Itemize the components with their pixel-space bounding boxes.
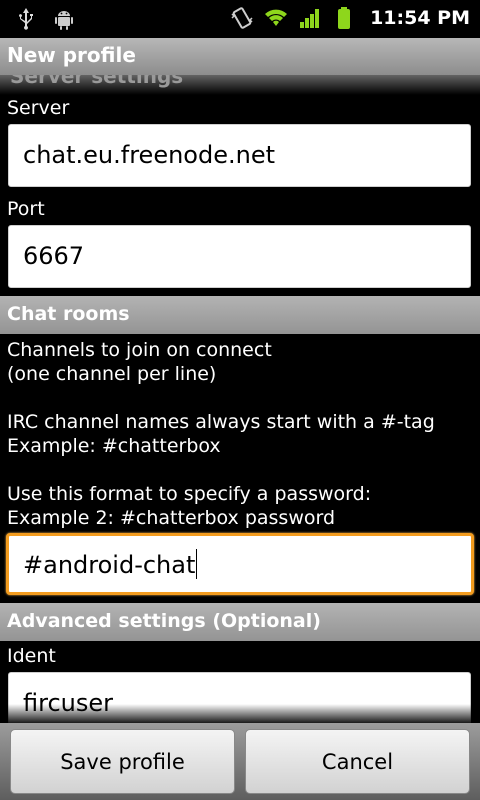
battery-icon xyxy=(338,7,351,29)
channels-input[interactable]: #android-chat xyxy=(6,533,474,595)
action-bar: Save profile Cancel xyxy=(0,723,480,800)
signal-icon xyxy=(300,9,320,28)
scroll-fade xyxy=(0,704,480,724)
vibrate-icon xyxy=(231,7,253,29)
port-label: Port xyxy=(7,198,45,220)
wifi-icon xyxy=(265,9,288,26)
server-settings-title: Server settings xyxy=(10,75,184,88)
help-line: Use this format to specify a password: xyxy=(7,483,372,505)
channels-help-text: Channels to join on connect (one channel… xyxy=(7,338,435,530)
advanced-settings-title: Advanced settings (Optional) xyxy=(7,610,321,632)
save-profile-button[interactable]: Save profile xyxy=(10,729,235,794)
chat-rooms-title: Chat rooms xyxy=(7,303,130,325)
text-cursor xyxy=(196,549,198,579)
port-value: 6667 xyxy=(23,242,85,270)
channels-value-wrap: #android-chat xyxy=(23,549,198,579)
android-debug-icon xyxy=(55,11,73,30)
status-bar: 11:54 PM xyxy=(0,0,480,38)
ident-label: Ident xyxy=(7,645,56,667)
channels-value: #android-chat xyxy=(23,551,196,579)
title-bar: New profile xyxy=(0,38,480,75)
help-line: Example 2: #chatterbox password xyxy=(7,507,336,529)
settings-scroll-area[interactable]: Server settings Server chat.eu.freenode.… xyxy=(0,75,480,723)
cancel-button[interactable]: Cancel xyxy=(245,729,470,794)
status-time: 11:54 PM xyxy=(370,7,470,29)
help-line: Channels to join on connect xyxy=(7,339,272,361)
scrolled-section-header: Server settings xyxy=(0,75,480,95)
chat-rooms-section-header: Chat rooms xyxy=(0,296,480,334)
server-value: chat.eu.freenode.net xyxy=(23,141,275,169)
advanced-section-header: Advanced settings (Optional) xyxy=(0,603,480,641)
page-title: New profile xyxy=(7,43,136,67)
help-line: Example: #chatterbox xyxy=(7,435,221,457)
server-input[interactable]: chat.eu.freenode.net xyxy=(8,124,471,187)
help-line: IRC channel names always start with a #-… xyxy=(7,411,435,433)
help-line: (one channel per line) xyxy=(7,363,217,385)
server-label: Server xyxy=(7,97,70,119)
usb-icon xyxy=(19,8,33,30)
port-input[interactable]: 6667 xyxy=(8,225,471,288)
